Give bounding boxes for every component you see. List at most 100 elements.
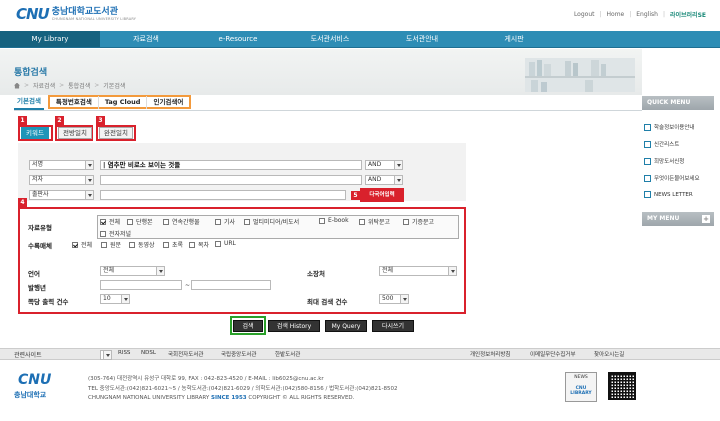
- footer-link-ndsl[interactable]: NDSL: [141, 350, 156, 356]
- material-type-checkbox[interactable]: 위탁문고: [359, 217, 390, 226]
- search-button[interactable]: 검색: [233, 320, 263, 332]
- checkbox-checked-icon: [72, 241, 78, 248]
- checkbox-icon: [163, 218, 169, 225]
- medium-checkbox[interactable]: 목차: [189, 240, 209, 249]
- footer-copyright: CHUNGNAM NATIONAL UNIVERSITY LIBRARY SIN…: [88, 395, 354, 401]
- footer-link-riss[interactable]: RISS: [118, 350, 130, 356]
- field-select[interactable]: 저자: [29, 175, 94, 185]
- search-input-publisher[interactable]: [100, 190, 346, 200]
- checkbox-label: 단행본: [136, 219, 153, 226]
- search-history-button[interactable]: 검색 History: [268, 320, 320, 332]
- nav-my-library[interactable]: My Library: [0, 31, 100, 47]
- footer-link-national[interactable]: 국립중앙도서관: [221, 350, 256, 358]
- chevron-down-icon: [85, 161, 93, 169]
- tab-popular-keywords[interactable]: 인기검색어: [146, 95, 189, 109]
- copyright-since: SINCE 1953: [211, 395, 247, 401]
- logout-link[interactable]: Logout: [574, 11, 595, 18]
- quick-menu-item[interactable]: 신간리스트: [644, 140, 679, 148]
- footer-link-email-policy[interactable]: 이메일무단수집거부: [530, 350, 576, 358]
- mode-prefix-match[interactable]: 전방일치: [58, 127, 92, 139]
- checkbox-label: 위탁문고: [368, 219, 391, 226]
- operator-select-value: AND: [368, 176, 382, 183]
- reset-button[interactable]: 다시쓰기: [372, 320, 414, 332]
- page-size-select[interactable]: 10: [100, 294, 130, 304]
- copyright-rights: COPYRIGHT © ALL RIGHTS RESERVED.: [248, 395, 355, 401]
- news-badge[interactable]: NEWS CNU LIBRARY: [565, 372, 597, 402]
- footer-link-assembly[interactable]: 국회전자도서관: [168, 350, 203, 358]
- checkbox-label: URL: [224, 240, 236, 247]
- mode-exact-match[interactable]: 완전일치: [99, 127, 133, 139]
- material-type-checkbox[interactable]: 전자저널: [100, 229, 131, 238]
- logo-subtitle: CHUNGNAM NATIONAL UNIVERSITY LIBRARY: [51, 16, 137, 21]
- english-link[interactable]: English: [636, 11, 658, 18]
- library-se-link[interactable]: 라이브러리SE: [670, 10, 706, 19]
- request-icon: [644, 157, 651, 165]
- multilang-input-button[interactable]: 다국어입력: [362, 190, 402, 200]
- nav-e-resource[interactable]: e-Resource: [192, 31, 284, 47]
- nav-services[interactable]: 도서관서비스: [284, 31, 376, 47]
- related-sites-select[interactable]: [100, 350, 112, 360]
- quick-menu-item[interactable]: 학술정보이용안내: [644, 123, 694, 131]
- tab-tag-cloud[interactable]: Tag Cloud: [97, 95, 147, 109]
- operator-select[interactable]: AND: [365, 175, 403, 185]
- location-select[interactable]: 전체: [379, 266, 457, 276]
- search-input-title[interactable]: | 염추만 비로소 보이는 것들: [100, 160, 362, 170]
- search-input-author[interactable]: [100, 175, 362, 185]
- year-to-input[interactable]: [191, 280, 271, 290]
- my-menu-header: MY MENU +: [642, 212, 714, 226]
- material-type-checkbox[interactable]: 기증문고: [403, 217, 434, 226]
- breadcrumb-current: 기본검색: [103, 83, 126, 90]
- language-select[interactable]: 전체: [100, 266, 165, 276]
- my-query-button[interactable]: My Query: [325, 320, 367, 332]
- footer-link-directions[interactable]: 찾아오시는길: [594, 350, 624, 358]
- breadcrumb-item[interactable]: 자료검색: [33, 81, 55, 90]
- logo-name: 충남대학교도서관: [51, 6, 118, 17]
- material-type-checkbox[interactable]: E-book: [319, 217, 349, 224]
- quick-menu-item[interactable]: 희망도서신청: [644, 157, 684, 165]
- field-select[interactable]: 출판사: [29, 190, 94, 200]
- medium-checkbox[interactable]: 동영상: [129, 240, 155, 249]
- home-link[interactable]: Home: [607, 11, 625, 18]
- checkbox-label: 초록: [172, 242, 184, 249]
- material-type-checkbox[interactable]: 멀티미디어/비도서: [244, 217, 299, 226]
- material-type-checkbox[interactable]: 연속간행물: [163, 217, 200, 226]
- footer-link-hanbat[interactable]: 한밭도서관: [275, 350, 300, 358]
- checkbox-icon: [403, 218, 409, 225]
- plus-icon[interactable]: +: [702, 215, 710, 223]
- marker-1: 1: [18, 116, 27, 125]
- badge-title: NEWS: [574, 375, 588, 380]
- quick-menu-label: NEWS LETTER: [654, 191, 693, 198]
- logo-mark: CNU: [16, 5, 50, 23]
- year-from-input[interactable]: [100, 280, 182, 290]
- nav-search[interactable]: 자료검색: [100, 31, 192, 47]
- quick-menu-item[interactable]: NEWS LETTER: [644, 191, 693, 198]
- medium-checkbox[interactable]: 원문: [101, 240, 121, 249]
- material-type-checkbox[interactable]: 전체: [100, 217, 120, 226]
- medium-checkbox[interactable]: 전체: [72, 240, 92, 249]
- tab-number-search[interactable]: 특정번호검색: [50, 96, 98, 109]
- medium-checkbox[interactable]: URL: [215, 240, 236, 247]
- search-tabs: 기본검색 특정번호검색 Tag Cloud 인기검색어: [14, 95, 192, 110]
- footer-link-privacy[interactable]: 개인정보처리방침: [470, 350, 510, 358]
- home-icon[interactable]: [14, 82, 20, 89]
- max-results-select[interactable]: 500: [379, 294, 409, 304]
- nav-guide[interactable]: 도서관안내: [376, 31, 468, 47]
- material-type-checkbox[interactable]: 기사: [215, 217, 235, 226]
- quick-menu-item[interactable]: 무엇이든물어보세요: [644, 174, 700, 182]
- medium-label: 수록매체: [28, 242, 52, 250]
- field-select-value: 저자: [32, 176, 44, 183]
- breadcrumb-item[interactable]: 통합검색: [68, 81, 90, 90]
- nav-board[interactable]: 게시판: [468, 31, 560, 47]
- material-type-checkbox[interactable]: 단행본: [127, 217, 153, 226]
- tab-basic-search[interactable]: 기본검색: [14, 95, 44, 110]
- chevron-down-icon: [103, 351, 111, 359]
- operator-select[interactable]: AND: [365, 160, 403, 170]
- medium-checkbox[interactable]: 초록: [163, 240, 183, 249]
- checkbox-icon: [129, 241, 135, 248]
- mode-keyword[interactable]: 키워드: [21, 127, 49, 139]
- field-select-value: 출판사: [32, 191, 49, 198]
- field-select[interactable]: 서명: [29, 160, 94, 170]
- checkbox-label: 기증문고: [412, 219, 435, 226]
- site-logo[interactable]: CNU 충남대학교도서관 CHUNGNAM NATIONAL UNIVERSIT…: [16, 5, 136, 23]
- checkbox-label: 동영상: [138, 242, 155, 249]
